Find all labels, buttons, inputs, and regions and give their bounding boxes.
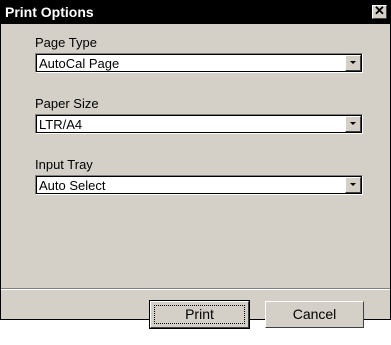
cancel-button-label: Cancel <box>292 306 337 322</box>
page-type-select[interactable]: AutoCal Page <box>35 53 363 73</box>
separator-highlight <box>1 289 390 290</box>
cancel-button[interactable]: Cancel <box>265 301 364 328</box>
print-button[interactable]: Print <box>149 300 250 329</box>
input-tray-label: Input Tray <box>35 157 93 172</box>
close-icon: ✕ <box>374 3 385 18</box>
page-type-dropdown-button[interactable] <box>345 55 361 71</box>
page-type-value: AutoCal Page <box>39 56 120 71</box>
input-tray-dropdown-button[interactable] <box>345 177 361 193</box>
title-bar[interactable]: Print Options ✕ <box>1 1 390 24</box>
paper-size-label: Paper Size <box>35 96 99 111</box>
input-tray-select[interactable]: Auto Select <box>35 175 363 195</box>
print-button-label: Print <box>185 306 214 322</box>
page-type-label: Page Type <box>35 35 97 50</box>
chevron-down-icon <box>350 122 356 125</box>
chevron-down-icon <box>350 61 356 64</box>
window-title: Print Options <box>5 4 94 20</box>
chevron-down-icon <box>350 183 356 186</box>
paper-size-dropdown-button[interactable] <box>345 116 361 132</box>
close-button[interactable]: ✕ <box>372 3 387 19</box>
paper-size-select[interactable]: LTR/A4 <box>35 114 363 134</box>
print-options-dialog: Print Options ✕ Page Type AutoCal Page P… <box>0 0 391 320</box>
paper-size-value: LTR/A4 <box>39 117 83 132</box>
input-tray-value: Auto Select <box>39 178 106 193</box>
